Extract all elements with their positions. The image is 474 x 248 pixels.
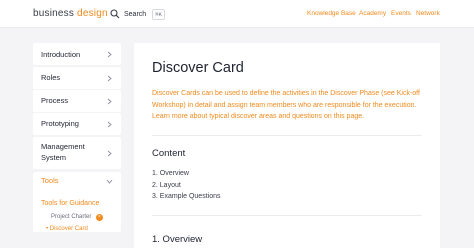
chevron-right-icon: [106, 121, 113, 128]
table-of-contents: 1. Overview 2. Layout 3. Example Questio…: [152, 168, 220, 203]
page-title: Discover Card: [152, 60, 244, 76]
nav-network[interactable]: Network: [416, 10, 440, 17]
sidebar-item-label: Prototyping: [41, 119, 79, 128]
sidebar-item-prototyping[interactable]: Prototyping: [33, 113, 121, 135]
chevron-down-icon: [106, 178, 113, 185]
sidebar-item-label: Roles: [41, 73, 61, 82]
toc-item-layout[interactable]: 2. Layout: [152, 180, 220, 192]
chevron-right-icon: [106, 150, 113, 157]
nav-academy[interactable]: Academy: [359, 10, 386, 17]
submenu-item-discover-card[interactable]: • Discover Card: [46, 226, 88, 232]
section-heading-overview: 1. Overview: [152, 234, 203, 245]
nav-events[interactable]: Events: [391, 10, 411, 17]
sidebar-item-label: Process: [41, 96, 69, 105]
sidebar-item-process[interactable]: Process: [33, 90, 121, 112]
main-nav: Knowledge Base Academy Events Network: [0, 10, 474, 20]
chevron-right-icon: [106, 51, 113, 58]
content-card: Discover Card Discover Cards can be used…: [134, 43, 440, 248]
sidebar-item-label: Introduction: [41, 50, 81, 59]
chevron-right-icon: [106, 75, 113, 82]
sidebar-item-label-line2: System: [41, 153, 67, 162]
sidebar-item-roles[interactable]: Roles: [33, 67, 121, 89]
submenu-item-project-charter[interactable]: Project Charter: [51, 214, 91, 220]
content-heading: Content: [152, 148, 186, 159]
sidebar-item-introduction[interactable]: Introduction: [33, 43, 121, 65]
divider: [152, 135, 422, 136]
sidebar-item-label-line1: Management: [41, 142, 85, 151]
nav-knowledge-base[interactable]: Knowledge Base: [307, 10, 356, 17]
sidebar-item-tools[interactable]: Tools Tools for Guidance Project Charter…: [33, 172, 121, 232]
toc-item-example-questions[interactable]: 3. Example Questions: [152, 191, 220, 203]
submenu-group-tools-for-guidance[interactable]: Tools for Guidance: [41, 200, 99, 207]
divider: [152, 215, 422, 216]
sidebar-item-management-system[interactable]: Management System: [33, 137, 121, 169]
chevron-right-icon: [106, 98, 113, 105]
intro-paragraph: Discover Cards can be used to define the…: [152, 90, 420, 120]
close-icon[interactable]: ×: [96, 214, 103, 221]
top-bar: business design Search ⌘K Knowledge Base…: [0, 0, 474, 28]
sidebar-item-label: Tools: [41, 176, 59, 185]
toc-item-overview[interactable]: 1. Overview: [152, 168, 220, 180]
